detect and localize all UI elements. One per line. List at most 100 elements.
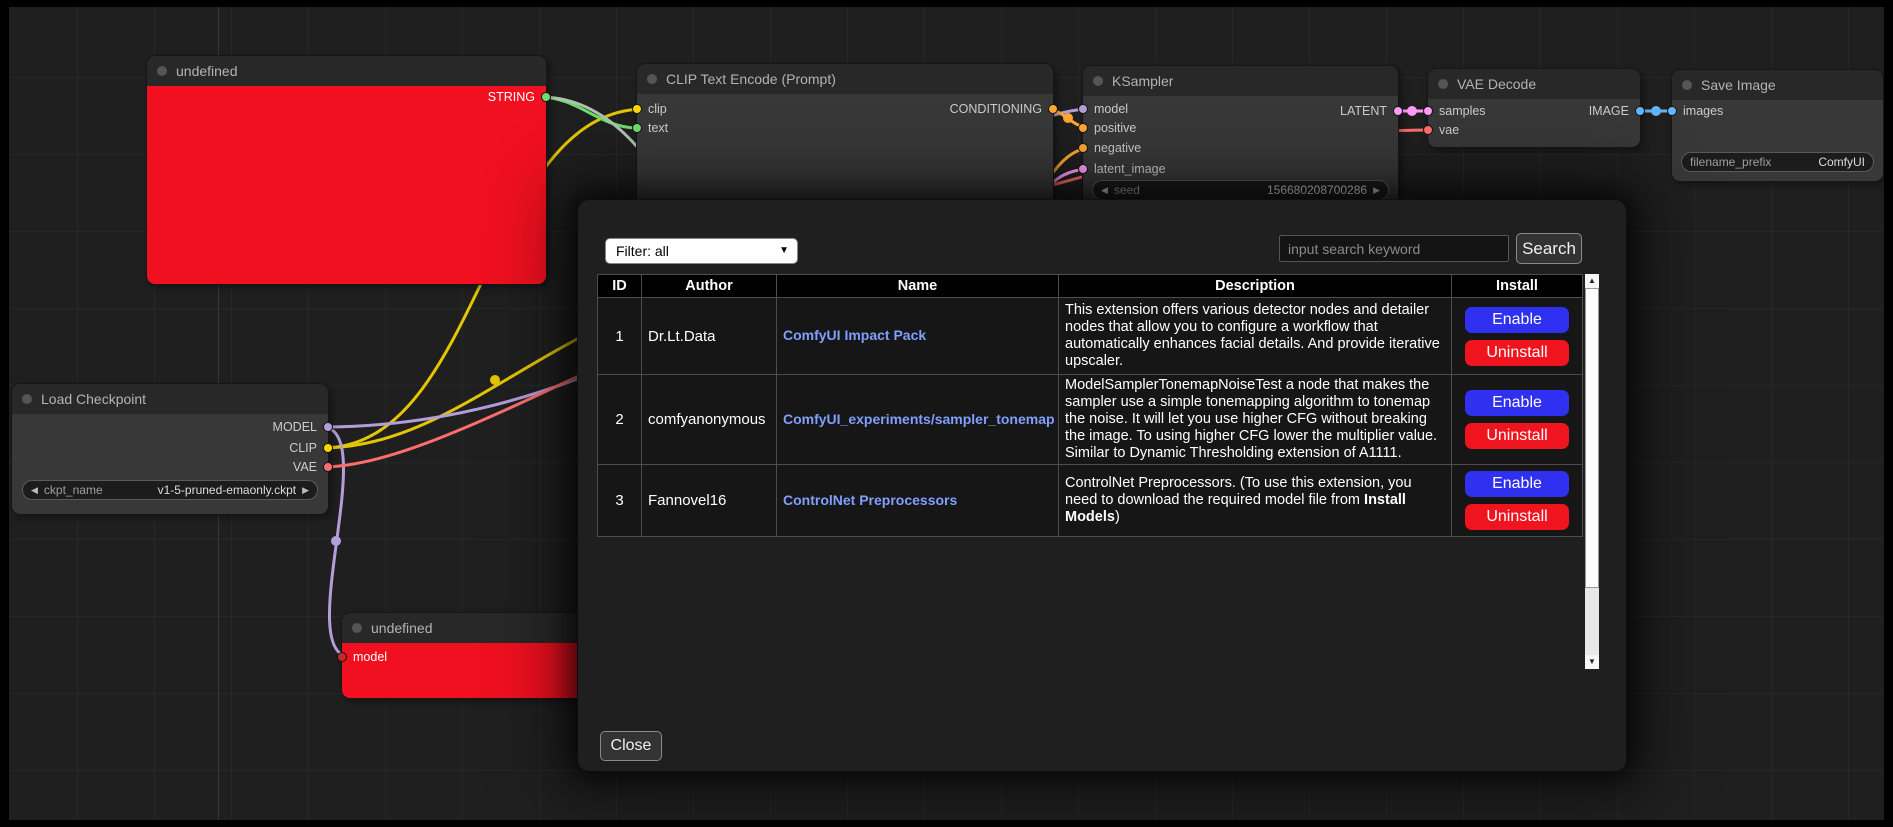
input-label-images: images <box>1683 104 1723 118</box>
cell-description: ControlNet Preprocessors. (To use this e… <box>1059 465 1452 537</box>
table-row: 3 Fannovel16 ControlNet Preprocessors Co… <box>598 465 1583 537</box>
output-dot-image[interactable] <box>1635 106 1645 116</box>
table-row: 1 Dr.Lt.Data ComfyUI Impact Pack This ex… <box>598 298 1583 375</box>
cell-install: Enable Uninstall <box>1452 465 1583 537</box>
input-label-text: text <box>648 121 668 135</box>
extension-link[interactable]: ControlNet Preprocessors <box>783 492 957 508</box>
collapse-dot-icon[interactable] <box>352 623 362 633</box>
cell-id: 2 <box>598 375 642 465</box>
window-frame-right <box>1884 0 1893 827</box>
widget-name: seed <box>1114 183 1140 197</box>
widget-value: 156680208700286 <box>1267 183 1367 197</box>
cell-author: comfyanonymous <box>642 375 777 465</box>
input-label-positive: positive <box>1094 121 1136 135</box>
extensions-table: ID Author Name Description Install 1 Dr.… <box>597 274 1583 537</box>
input-dot-negative[interactable] <box>1078 143 1088 153</box>
window-frame-bottom <box>0 820 1893 827</box>
filename-prefix-widget[interactable]: filename_prefix ComfyUI <box>1681 152 1874 172</box>
cell-id: 1 <box>598 298 642 375</box>
description-text: ) <box>1115 509 1120 525</box>
collapse-dot-icon[interactable] <box>157 66 167 76</box>
close-button[interactable]: Close <box>600 731 662 761</box>
input-dot-vae[interactable] <box>1423 125 1433 135</box>
node-undefined-string[interactable]: undefined STRING <box>147 56 546 284</box>
uninstall-button[interactable]: Uninstall <box>1465 423 1569 449</box>
enable-button[interactable]: Enable <box>1465 390 1569 416</box>
output-dot-latent[interactable] <box>1393 106 1403 116</box>
collapse-dot-icon[interactable] <box>647 74 657 84</box>
cell-name: ComfyUI_experiments/sampler_tonemap <box>777 375 1059 465</box>
increment-arrow-icon[interactable]: ▶ <box>1373 186 1380 195</box>
widget-name: filename_prefix <box>1690 155 1771 169</box>
input-dot-clip[interactable] <box>632 104 642 114</box>
cell-author: Fannovel16 <box>642 465 777 537</box>
output-dot-conditioning[interactable] <box>1048 104 1058 114</box>
filter-select[interactable]: Filter: all <box>605 238 798 264</box>
node-error-body <box>147 86 546 284</box>
description-text: ControlNet Preprocessors. (To use this e… <box>1065 475 1412 508</box>
input-dot-images[interactable] <box>1667 106 1677 116</box>
table-header-row: ID Author Name Description Install <box>598 275 1583 298</box>
node-load-checkpoint[interactable]: Load Checkpoint MODEL CLIP VAE ◀ ckpt_na… <box>12 384 328 514</box>
decrement-arrow-icon[interactable]: ◀ <box>1101 186 1108 195</box>
uninstall-button[interactable]: Uninstall <box>1465 340 1569 366</box>
input-dot-samples[interactable] <box>1423 106 1433 116</box>
scroll-up-icon[interactable]: ▲ <box>1585 274 1599 288</box>
node-title-bar[interactable]: VAE Decode <box>1428 69 1640 99</box>
output-label-image: IMAGE <box>1589 104 1629 118</box>
collapse-dot-icon[interactable] <box>1438 79 1448 89</box>
search-input[interactable] <box>1279 235 1509 262</box>
output-label-model: MODEL <box>273 420 317 434</box>
output-dot-clip[interactable] <box>323 443 333 453</box>
input-label-model: model <box>353 650 387 664</box>
input-dot-latent-image[interactable] <box>1078 164 1088 174</box>
output-dot-model[interactable] <box>323 422 333 432</box>
input-dot-model[interactable] <box>1078 104 1088 114</box>
node-title-bar[interactable]: KSampler <box>1083 66 1398 96</box>
node-vae-decode[interactable]: VAE Decode samples vae IMAGE <box>1428 69 1640 147</box>
collapse-dot-icon[interactable] <box>1682 80 1692 90</box>
output-label-string: STRING <box>488 90 535 104</box>
header-name: Name <box>777 275 1059 298</box>
input-dot-model[interactable] <box>337 652 347 662</box>
node-title-bar[interactable]: Save Image <box>1672 70 1883 100</box>
wire-dot-latent <box>1407 106 1417 116</box>
increment-arrow-icon[interactable]: ▶ <box>302 486 309 495</box>
scrollbar-thumb[interactable] <box>1585 288 1599 588</box>
ckpt-name-widget[interactable]: ◀ ckpt_name v1-5-pruned-emaonly.ckpt ▶ <box>22 480 318 500</box>
seed-widget[interactable]: ◀ seed 156680208700286 ▶ <box>1092 180 1389 200</box>
node-graph-canvas[interactable]: undefined STRING CLIP Text Encode (Promp… <box>0 0 1893 827</box>
custom-nodes-manager-dialog: Filter: all ▼ Search ID Author Name Desc… <box>577 199 1627 772</box>
node-clip-text-encode[interactable]: CLIP Text Encode (Prompt) clip text COND… <box>637 64 1053 214</box>
node-title-bar[interactable]: CLIP Text Encode (Prompt) <box>637 64 1053 94</box>
input-label-samples: samples <box>1439 104 1486 118</box>
widget-value: ComfyUI <box>1818 155 1865 169</box>
output-dot-vae[interactable] <box>323 462 333 472</box>
node-title-bar[interactable]: Load Checkpoint <box>12 384 328 414</box>
node-ksampler[interactable]: KSampler model positive negative latent_… <box>1083 66 1398 216</box>
input-dot-text[interactable] <box>632 123 642 133</box>
table-scrollbar[interactable]: ▲ ▼ <box>1585 274 1599 669</box>
extension-link[interactable]: ComfyUI_experiments/sampler_tonemap <box>783 411 1055 427</box>
widget-name: ckpt_name <box>44 483 103 497</box>
input-label-vae: vae <box>1439 123 1459 137</box>
node-save-image[interactable]: Save Image images filename_prefix ComfyU… <box>1672 70 1883 181</box>
uninstall-button[interactable]: Uninstall <box>1465 504 1569 530</box>
scroll-down-icon[interactable]: ▼ <box>1585 655 1599 669</box>
node-title-bar[interactable]: undefined <box>147 56 546 86</box>
enable-button[interactable]: Enable <box>1465 471 1569 497</box>
cell-description: This extension offers various detector n… <box>1059 298 1452 375</box>
enable-button[interactable]: Enable <box>1465 307 1569 333</box>
extension-link[interactable]: ComfyUI Impact Pack <box>783 327 926 343</box>
collapse-dot-icon[interactable] <box>1093 76 1103 86</box>
collapse-dot-icon[interactable] <box>22 394 32 404</box>
extensions-table-wrap: ID Author Name Description Install 1 Dr.… <box>597 274 1599 669</box>
search-button[interactable]: Search <box>1516 233 1582 264</box>
output-dot-string[interactable] <box>541 92 551 102</box>
header-description: Description <box>1059 275 1452 298</box>
output-label-latent: LATENT <box>1340 104 1387 118</box>
wire-string-to-text <box>540 97 637 128</box>
input-dot-positive[interactable] <box>1078 123 1088 133</box>
cell-id: 3 <box>598 465 642 537</box>
decrement-arrow-icon[interactable]: ◀ <box>31 486 38 495</box>
